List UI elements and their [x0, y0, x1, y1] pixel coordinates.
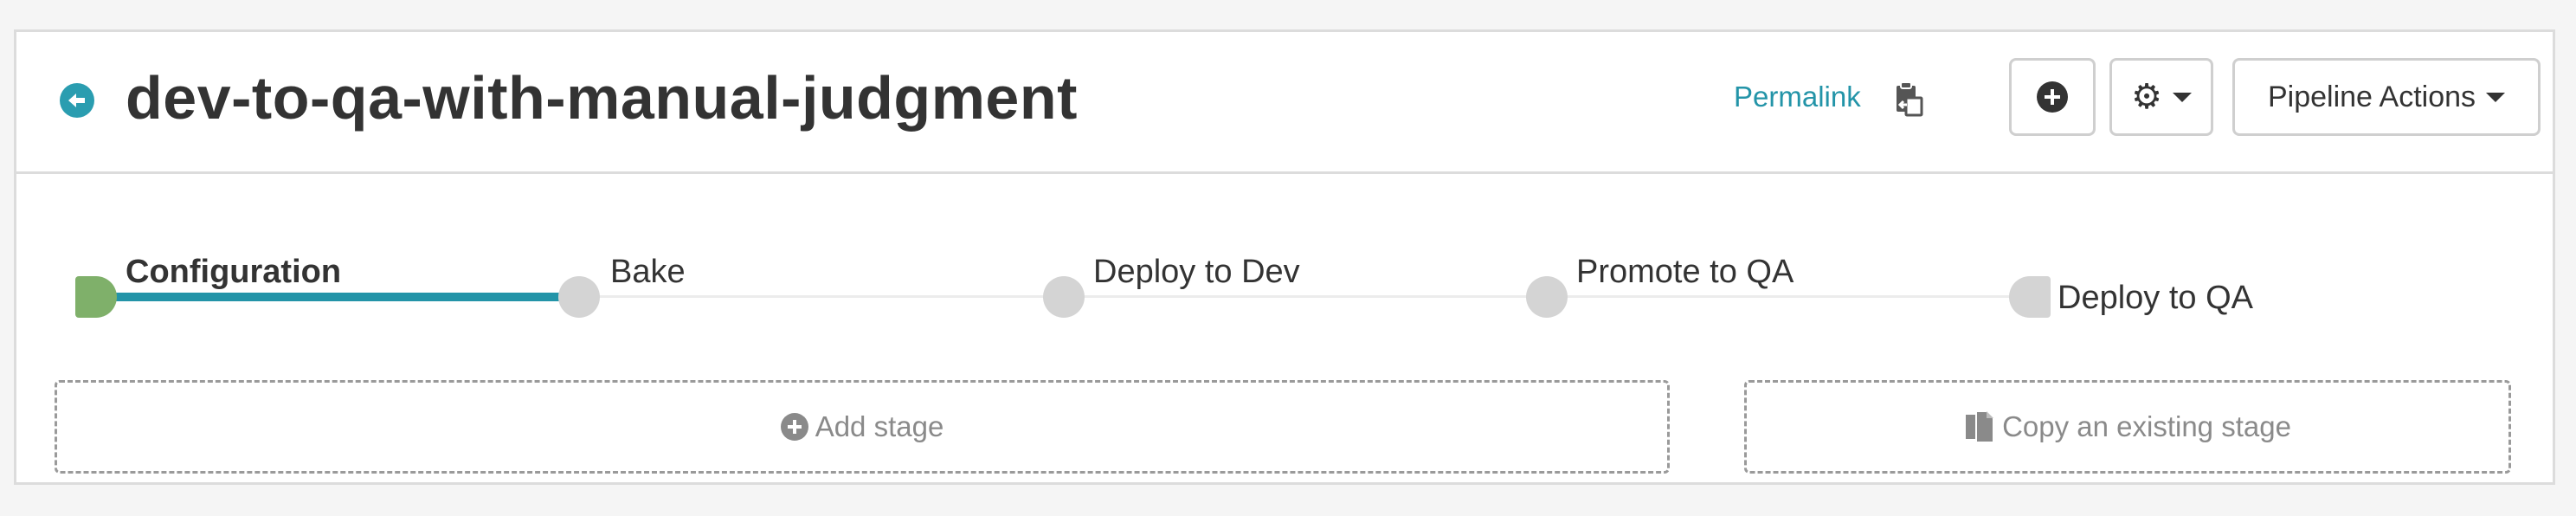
stage-label-configuration[interactable]: Configuration [126, 254, 341, 291]
copy-to-clipboard-icon[interactable] [1891, 81, 1926, 119]
copy-icon [1964, 410, 1995, 444]
stage-node-bake[interactable] [558, 276, 600, 318]
add-button[interactable] [2009, 58, 2096, 136]
copy-existing-stage-button[interactable]: Copy an existing stage [1744, 380, 2511, 474]
pipeline-config-panel: dev-to-qa-with-manual-judgment Permalink… [14, 29, 2555, 485]
pipeline-actions-label: Pipeline Actions [2267, 80, 2476, 113]
settings-button[interactable]: ⚙ [2109, 58, 2213, 136]
gear-icon: ⚙ [2131, 77, 2162, 117]
add-stage-label: Add stage [815, 410, 944, 442]
stage-node-deploy-to-qa[interactable] [2009, 276, 2051, 318]
pipeline-header: dev-to-qa-with-manual-judgment Permalink… [16, 32, 2553, 174]
permalink-link[interactable]: Permalink [1734, 81, 1861, 113]
back-arrow-icon[interactable] [60, 83, 94, 118]
caret-down-icon [2486, 92, 2506, 102]
pipeline-actions-button[interactable]: Pipeline Actions [2232, 58, 2541, 136]
stage-label-deploy-to-dev[interactable]: Deploy to Dev [1093, 254, 1300, 291]
stage-node-deploy-to-dev[interactable] [1043, 276, 1085, 318]
caret-down-icon [2172, 92, 2192, 102]
stage-node-promote-to-qa[interactable] [1526, 276, 1568, 318]
page-title: dev-to-qa-with-manual-judgment [126, 64, 1078, 132]
stage-node-configuration[interactable] [75, 276, 117, 318]
plus-circle-icon [2037, 81, 2068, 113]
pipeline-graph: Configuration Bake Deploy to Dev Promote… [16, 174, 2553, 487]
stage-label-bake[interactable]: Bake [610, 254, 686, 291]
add-stage-button[interactable]: Add stage [55, 380, 1670, 474]
copy-stage-label: Copy an existing stage [2002, 410, 2291, 442]
stage-label-promote-to-qa[interactable]: Promote to QA [1576, 254, 1794, 291]
pipeline-track-active [112, 293, 579, 301]
stage-label-deploy-to-qa[interactable]: Deploy to QA [2058, 280, 2253, 317]
plus-circle-icon [780, 413, 808, 441]
